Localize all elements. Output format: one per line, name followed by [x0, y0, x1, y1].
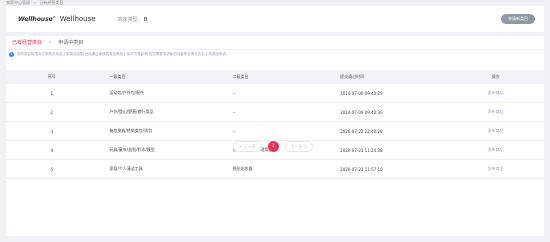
brand-logo-text: Wellhouse: [18, 16, 53, 23]
shop-header: Wellhouse® Wellhouse 商家类型: B 申请新类目: [6, 6, 544, 32]
column-header-action: 操作: [447, 70, 544, 84]
tab-pending-categories[interactable]: 申请中类目: [58, 39, 83, 46]
info-icon: !: [9, 52, 14, 57]
publish-product-link[interactable]: 发布商品: [447, 84, 544, 103]
column-header-time: 提交通过时间: [334, 70, 448, 84]
row-category1: 运动包/户外包/配件: [97, 84, 227, 103]
row-seq: 4: [6, 140, 98, 160]
table-row: 2 户外/登山/野营/旅行用品 -- 2014-07-09 09:40:30 发…: [6, 102, 544, 122]
row-time: 2014-07-09 09:40:30: [334, 102, 448, 122]
shop-type-value: B: [143, 16, 148, 23]
row-time: 2020-07-23 11:57:10: [334, 159, 448, 179]
row-category1: 家庭/个人清洁工具: [97, 159, 227, 179]
shop-type: 商家类型: B: [118, 16, 148, 23]
table-row: 3 箱包皮具/热销女包/男包 -- 2020-07-22 22:40:28 发布…: [6, 121, 544, 141]
row-category1: 玩具/童车/益智/积木/模型: [97, 140, 227, 160]
table-row: 5 家庭/个人清洁工具 隐形化妆器 2020-07-23 11:57:10 发布…: [6, 159, 544, 179]
publish-product-link[interactable]: 发布商品: [447, 159, 544, 179]
tab-separator: >: [48, 39, 53, 46]
pagination: < 上一页 1 下一页 >: [233, 141, 314, 152]
publish-product-link[interactable]: 发布商品: [447, 102, 544, 122]
row-seq: 2: [6, 102, 98, 122]
shop-type-label: 商家类型:: [117, 16, 140, 23]
category-tabs: 已有经营类目 > 申请中类目: [6, 36, 544, 50]
category-table: 序号 一级类目 二级类目 提交通过时间 操作 1 运动包/户外包/配件 -- 2…: [6, 70, 544, 179]
row-category2: --: [226, 121, 335, 141]
row-category2: --: [226, 102, 335, 122]
prev-page-button[interactable]: < 上一页: [233, 141, 262, 152]
brand-logo: Wellhouse®: [18, 15, 56, 23]
row-category2: --: [226, 84, 335, 103]
row-category2: 隐形化妆器: [226, 159, 335, 179]
publish-product-link[interactable]: 发布商品: [447, 121, 544, 141]
column-header-seq: 序号: [6, 70, 98, 84]
notice-text: 您的类目权限对应销售的商品上架类目范围,已经通过审核的类目商品上架将不受影响,若…: [17, 52, 230, 56]
shop-name: Wellhouse: [59, 15, 96, 23]
next-page-button[interactable]: 下一页 >: [284, 141, 314, 152]
column-header-category2: 二级类目: [226, 70, 335, 84]
brand-mark: ®: [52, 15, 56, 19]
table-header-row: 序号 一级类目 二级类目 提交通过时间 操作: [6, 70, 544, 84]
category-panel: 已有经营类目 > 申请中类目 ! 您的类目权限对应销售的商品上架类目范围,已经通…: [6, 36, 544, 236]
row-time: 2020-07-22 22:40:28: [334, 121, 448, 141]
column-header-category1: 一级类目: [97, 70, 227, 84]
row-seq: 3: [6, 121, 98, 141]
row-seq: 1: [6, 84, 98, 103]
row-time: 2020-07-23 11:24:38: [334, 140, 448, 160]
row-time: 2014-07-09 09:40:29: [334, 84, 448, 103]
apply-category-button[interactable]: 申请新类目: [501, 14, 535, 24]
tab-existing-categories[interactable]: 已有经营类目: [12, 39, 42, 46]
row-category1: 户外/登山/野营/旅行用品: [97, 102, 227, 122]
row-seq: 5: [6, 159, 98, 179]
current-page-button[interactable]: 1: [267, 141, 279, 152]
table-row: 1 运动包/户外包/配件 -- 2014-07-09 09:40:29 发布商品: [6, 84, 544, 103]
info-notice: ! 您的类目权限对应销售的商品上架类目范围,已经通过审核的类目商品上架将不受影响…: [9, 52, 229, 57]
row-category1: 箱包皮具/热销女包/男包: [97, 121, 227, 141]
publish-product-link[interactable]: 发布商品: [447, 140, 544, 160]
